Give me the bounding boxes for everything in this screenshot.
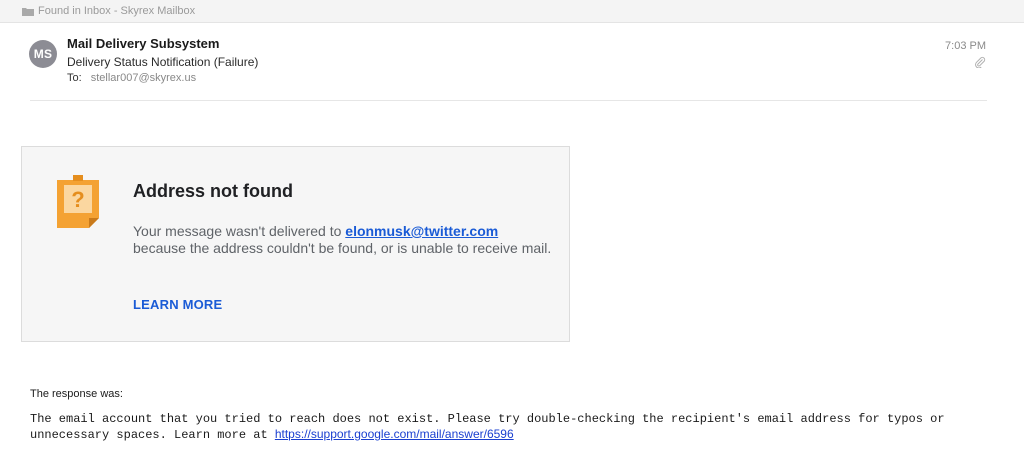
attachment-icon[interactable] [974, 56, 986, 68]
response-text: The email account that you tried to reac… [30, 412, 990, 443]
received-time: 7:03 PM [945, 40, 986, 52]
card-message: Your message wasn't delivered to elonmus… [133, 223, 553, 257]
sender-avatar: MS [29, 40, 57, 68]
to-label: To: [67, 72, 82, 84]
response-label: The response was: [30, 388, 123, 400]
card-title: Address not found [133, 181, 293, 201]
question-note-icon: ? [57, 175, 99, 228]
sender-name[interactable]: Mail Delivery Subsystem [67, 36, 219, 51]
card-body-suffix: because the address couldn't be found, o… [133, 240, 552, 256]
folder-icon [22, 8, 34, 16]
found-in-label[interactable]: Found in Inbox - Skyrex Mailbox [38, 5, 195, 17]
recipient-row: To: stellar007@skyrex.us [67, 72, 196, 84]
header-divider [30, 100, 987, 101]
recipient-link[interactable]: elonmusk@twitter.com [345, 223, 498, 239]
learn-more-link[interactable]: LEARN MORE [133, 297, 222, 312]
to-address[interactable]: stellar007@skyrex.us [91, 72, 196, 84]
email-subject: Delivery Status Notification (Failure) [67, 55, 259, 69]
mailbox-location-bar: Found in Inbox - Skyrex Mailbox [0, 0, 1024, 23]
delivery-failure-card: ? Address not found Your message wasn't … [21, 146, 570, 342]
support-link[interactable]: https://support.google.com/mail/answer/6… [275, 427, 514, 441]
svg-text:?: ? [71, 187, 84, 212]
card-body-prefix: Your message wasn't delivered to [133, 223, 346, 239]
